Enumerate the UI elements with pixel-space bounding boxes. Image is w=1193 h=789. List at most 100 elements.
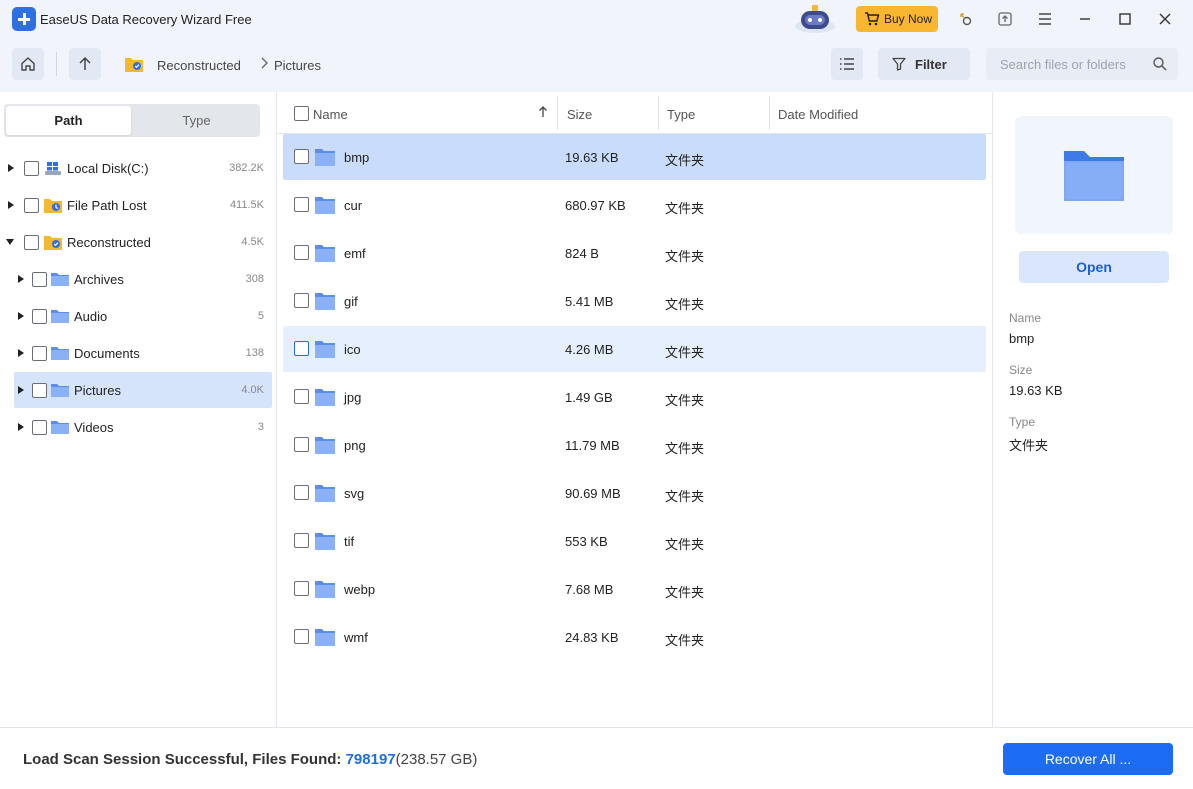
breadcrumb-reconstructed[interactable]: Reconstructed	[157, 58, 241, 73]
list-view-button[interactable]	[831, 48, 863, 80]
buy-now-button[interactable]: Buy Now	[856, 6, 938, 32]
folder-tree-panel: Path Type Local Disk(C:) 382.2K File Pat…	[0, 92, 277, 727]
tree-checkbox[interactable]	[32, 345, 47, 361]
tree-checkbox[interactable]	[32, 419, 47, 435]
maximize-icon[interactable]	[1116, 10, 1134, 28]
cell-size: 19.63 KB	[565, 150, 619, 165]
tree-item-count: 308	[245, 273, 264, 285]
expand-arrow-icon[interactable]	[8, 164, 14, 172]
tree-checkbox[interactable]	[24, 234, 39, 250]
search-icon[interactable]	[1152, 56, 1168, 72]
row-checkbox[interactable]	[294, 293, 309, 308]
expand-arrow-icon[interactable]	[18, 386, 24, 394]
table-row[interactable]: webp 7.68 MB 文件夹	[283, 566, 986, 612]
tree-item-pictures[interactable]: Pictures 4.0K	[14, 372, 272, 408]
row-checkbox[interactable]	[294, 341, 309, 356]
cell-size: 7.68 MB	[565, 582, 614, 597]
cell-name: gif	[344, 294, 358, 309]
breadcrumb-pictures[interactable]: Pictures	[274, 58, 321, 73]
tree-item-local-disk[interactable]: Local Disk(C:) 382.2K	[4, 150, 272, 186]
tree-item-label: Audio	[74, 308, 108, 324]
tree-item-label: Documents	[74, 345, 140, 361]
column-header-date-modified[interactable]: Date Modified	[778, 107, 858, 122]
search-input[interactable]	[986, 56, 1146, 72]
tree-checkbox[interactable]	[32, 271, 47, 287]
expand-arrow-icon[interactable]	[8, 201, 14, 209]
expand-arrow-icon[interactable]	[18, 275, 24, 283]
column-divider[interactable]	[769, 96, 770, 130]
toolbar-divider	[56, 52, 57, 76]
toolbar: Reconstructed Pictures Filter	[0, 38, 1193, 92]
table-row[interactable]: gif 5.41 MB 文件夹	[283, 278, 986, 324]
column-header-name[interactable]: Name	[313, 107, 348, 122]
column-divider[interactable]	[557, 96, 558, 130]
tree-item-count: 4.0K	[241, 384, 264, 396]
up-button[interactable]	[69, 48, 101, 80]
row-checkbox[interactable]	[294, 485, 309, 500]
select-all-checkbox[interactable]	[294, 106, 309, 121]
tree-item-label: Archives	[74, 271, 124, 287]
cell-type: 文件夹	[665, 585, 705, 600]
tree-checkbox[interactable]	[24, 160, 39, 176]
filter-button[interactable]: Filter	[878, 48, 970, 80]
table-row[interactable]: svg 90.69 MB 文件夹	[283, 470, 986, 516]
cell-size: 4.26 MB	[565, 342, 614, 357]
row-checkbox[interactable]	[294, 629, 309, 644]
recover-all-button[interactable]: Recover All ...	[1003, 743, 1173, 775]
row-checkbox[interactable]	[294, 389, 309, 404]
tree-item-archives[interactable]: Archives 308	[14, 261, 272, 297]
row-checkbox[interactable]	[294, 245, 309, 260]
cell-type: 文件夹	[665, 201, 705, 216]
row-checkbox[interactable]	[294, 149, 309, 164]
table-row[interactable]: emf 824 B 文件夹	[283, 230, 986, 276]
cell-size: 24.83 KB	[565, 630, 619, 645]
filter-icon	[892, 57, 906, 71]
table-row[interactable]: tif 553 KB 文件夹	[283, 518, 986, 564]
row-checkbox[interactable]	[294, 197, 309, 212]
open-button[interactable]: Open	[1019, 251, 1169, 283]
column-header-type[interactable]: Type	[667, 107, 695, 122]
tree-item-videos[interactable]: Videos 3	[14, 409, 272, 445]
cell-size: 1.49 GB	[565, 390, 613, 405]
expand-arrow-icon[interactable]	[18, 312, 24, 320]
close-icon[interactable]	[1156, 10, 1174, 28]
tree-checkbox[interactable]	[24, 197, 39, 213]
table-row[interactable]: jpg 1.49 GB 文件夹	[283, 374, 986, 420]
assistant-robot-icon[interactable]	[793, 2, 837, 34]
cell-type: 文件夹	[665, 489, 705, 504]
row-checkbox[interactable]	[294, 533, 309, 548]
expand-arrow-icon[interactable]	[18, 349, 24, 357]
reconstructed-folder-icon	[44, 236, 62, 250]
list-view-icon	[840, 58, 854, 70]
tree-item-reconstructed[interactable]: Reconstructed 4.5K	[4, 224, 272, 260]
table-row[interactable]: bmp 19.63 KB 文件夹	[283, 134, 986, 180]
row-checkbox[interactable]	[294, 437, 309, 452]
minimize-icon[interactable]	[1076, 10, 1094, 28]
menu-icon[interactable]	[1036, 10, 1054, 28]
tab-type[interactable]: Type	[134, 106, 259, 135]
tree-checkbox[interactable]	[32, 308, 47, 324]
tree-checkbox[interactable]	[32, 382, 47, 398]
upload-icon[interactable]	[996, 10, 1014, 28]
column-header-size[interactable]: Size	[567, 107, 592, 122]
status-bar: Load Scan Session Successful, Files Foun…	[0, 727, 1193, 789]
filter-label: Filter	[915, 56, 947, 72]
folder-icon	[315, 149, 335, 166]
tree-item-audio[interactable]: Audio 5	[14, 298, 272, 334]
table-row[interactable]: wmf 24.83 KB 文件夹	[283, 614, 986, 660]
key-icon[interactable]	[957, 10, 975, 28]
table-row[interactable]: ico 4.26 MB 文件夹	[283, 326, 986, 372]
table-row[interactable]: png 11.79 MB 文件夹	[283, 422, 986, 468]
home-button[interactable]	[12, 48, 44, 80]
tree-item-file-path-lost[interactable]: File Path Lost 411.5K	[4, 187, 272, 223]
row-checkbox[interactable]	[294, 581, 309, 596]
table-row[interactable]: cur 680.97 KB 文件夹	[283, 182, 986, 228]
tree-item-documents[interactable]: Documents 138	[14, 335, 272, 371]
collapse-arrow-icon[interactable]	[6, 239, 14, 245]
tab-path[interactable]: Path	[6, 106, 131, 135]
column-divider[interactable]	[658, 96, 659, 130]
reconstructed-folder-icon	[124, 55, 144, 73]
expand-arrow-icon[interactable]	[18, 423, 24, 431]
sort-ascending-icon[interactable]	[538, 106, 548, 118]
search-box	[986, 48, 1178, 80]
